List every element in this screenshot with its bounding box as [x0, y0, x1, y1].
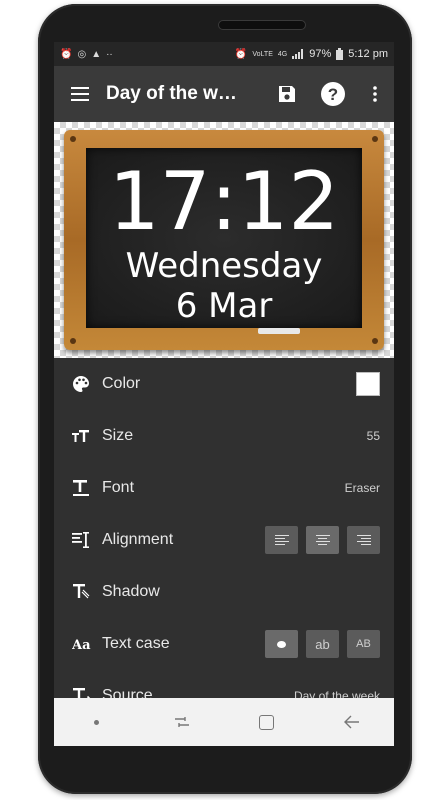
alignment-icon [72, 531, 102, 549]
font-icon [72, 479, 102, 497]
frame-nail [372, 136, 378, 142]
palette-icon [72, 375, 102, 393]
setting-value-size: 55 [366, 429, 380, 443]
setting-label-size: Size [102, 427, 134, 444]
dot-icon [94, 719, 99, 725]
signal-icon [292, 49, 304, 59]
clock-date: 6 Mar [175, 286, 273, 326]
clock-day: Wednesday [125, 246, 323, 286]
case-upper-button[interactable]: AB [347, 630, 380, 658]
case-lower-button[interactable]: ab [306, 630, 339, 658]
settings-list: Color Size 55 Font Eraser Alignment Shad… [54, 358, 394, 722]
help-icon: ? [321, 82, 345, 106]
text-shadow-icon [72, 583, 102, 601]
setting-size[interactable]: Size 55 [54, 410, 394, 462]
app-screen: ⏰ ◎ ▲ ·· ⏰ VoLTE 4G 97% 5:12 pm Day of t… [54, 42, 394, 746]
back-button[interactable] [328, 698, 376, 746]
setting-text-case: Aa Text case ab AB [54, 618, 394, 670]
setting-color[interactable]: Color [54, 358, 394, 410]
svg-text:?: ? [328, 85, 338, 104]
setting-shadow[interactable]: Shadow [54, 566, 394, 618]
more-options-button[interactable] [356, 66, 394, 122]
setting-font[interactable]: Font Eraser [54, 462, 394, 514]
status-bar: ⏰ ◎ ▲ ·· ⏰ VoLTE 4G 97% 5:12 pm [54, 42, 394, 66]
status-time: 5:12 pm [348, 48, 388, 60]
dots-icon: ·· [106, 48, 113, 60]
setting-label-alignment: Alignment [102, 531, 174, 548]
menu-icon [71, 87, 89, 101]
align-right-button[interactable] [347, 526, 380, 554]
setting-label-text-case: Text case [102, 635, 170, 652]
color-swatch[interactable] [356, 372, 380, 396]
recents-button[interactable] [158, 698, 206, 746]
help-button[interactable]: ? [310, 66, 356, 122]
battery-percent: 97% [309, 48, 332, 60]
align-center-icon [315, 534, 330, 546]
nav-dot-button[interactable] [73, 698, 121, 746]
alarm-icon: ⏰ [60, 48, 73, 60]
home-icon [259, 714, 274, 730]
frame-nail [70, 136, 76, 142]
alignment-toggle-group [265, 526, 380, 554]
save-icon [279, 86, 295, 102]
page-title: Day of the week [106, 83, 246, 104]
text-case-icon: Aa [72, 637, 102, 651]
case-original-button[interactable] [265, 630, 298, 658]
align-center-button[interactable] [306, 526, 339, 554]
app-toolbar: Day of the week ? [54, 66, 394, 122]
clock-time: 17:12 [108, 155, 340, 248]
chalkboard-frame: 17:12 Wednesday 6 Mar [64, 130, 384, 350]
case-original-dot-icon [277, 640, 286, 648]
align-left-button[interactable] [265, 526, 298, 554]
home-button[interactable] [243, 698, 291, 746]
network-label: 4G [277, 50, 288, 58]
menu-button[interactable] [54, 66, 106, 122]
setting-alignment: Alignment [54, 514, 394, 566]
frame-nail [372, 338, 378, 344]
text-size-icon [72, 429, 102, 443]
battery-icon [336, 48, 344, 60]
svg-text:Aa: Aa [72, 638, 91, 651]
align-right-icon [356, 534, 371, 546]
back-icon [343, 715, 359, 729]
more-vert-icon [373, 86, 377, 102]
setting-label-color: Color [102, 375, 141, 392]
system-navigation-bar [54, 698, 394, 746]
sync-icon: ◎ [77, 48, 87, 60]
setting-value-font: Eraser [344, 481, 380, 495]
chalk-stick [258, 328, 300, 334]
chalkboard: 17:12 Wednesday 6 Mar [86, 148, 362, 328]
align-left-icon [274, 534, 289, 546]
volte-label: VoLTE [252, 50, 273, 58]
phone-speaker [218, 20, 306, 30]
setting-label-font: Font [102, 479, 135, 496]
recents-icon [174, 717, 189, 727]
warning-icon: ▲ [91, 48, 102, 60]
setting-label-shadow: Shadow [102, 583, 160, 600]
text-case-toggle-group: ab AB [265, 630, 380, 658]
save-button[interactable] [264, 66, 310, 122]
widget-preview: 17:12 Wednesday 6 Mar [54, 122, 394, 358]
frame-nail [70, 338, 76, 344]
alarm-status-icon: ⏰ [234, 48, 248, 60]
